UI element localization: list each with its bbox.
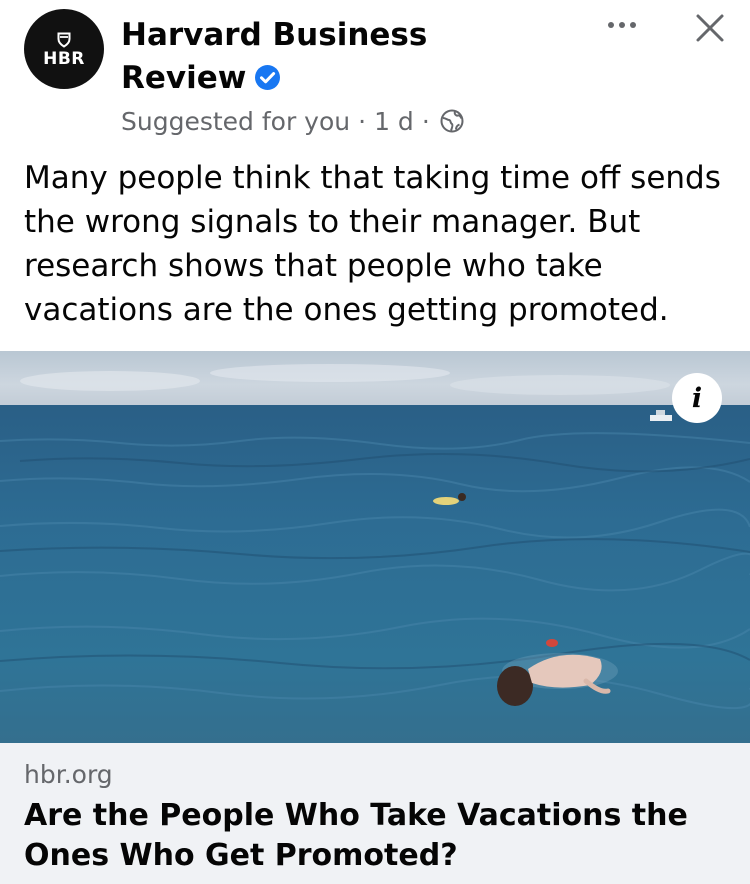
page-avatar[interactable]: HBR — [24, 9, 104, 89]
avatar-text: HBR — [43, 48, 85, 69]
ad-info-button[interactable]: i — [672, 373, 722, 423]
verified-badge-icon — [255, 65, 281, 90]
more-options-button[interactable] — [600, 12, 644, 38]
more-dot — [619, 22, 625, 28]
post-image[interactable] — [0, 351, 750, 743]
link-domain: hbr.org — [24, 760, 113, 789]
more-dot — [630, 22, 636, 28]
suggestion-label: Suggested for you — [121, 106, 351, 136]
meta-separator: · — [358, 106, 367, 136]
post-text: Many people think that taking time off s… — [24, 160, 721, 328]
post-meta: Suggested for you · 1 d · — [121, 103, 464, 139]
globe-icon — [440, 109, 464, 133]
ocean-scene — [0, 351, 750, 743]
meta-separator: · — [421, 106, 430, 136]
post-header: HBR Harvard Business Review Suggested fo… — [0, 0, 750, 150]
page-name[interactable]: Harvard Business Review — [121, 14, 501, 100]
link-title[interactable]: Are the People Who Take Vacations the On… — [24, 796, 734, 876]
more-dot — [608, 22, 614, 28]
close-icon[interactable] — [690, 8, 730, 48]
post-time[interactable]: 1 d — [374, 107, 414, 136]
shield-logo-icon — [57, 32, 71, 48]
